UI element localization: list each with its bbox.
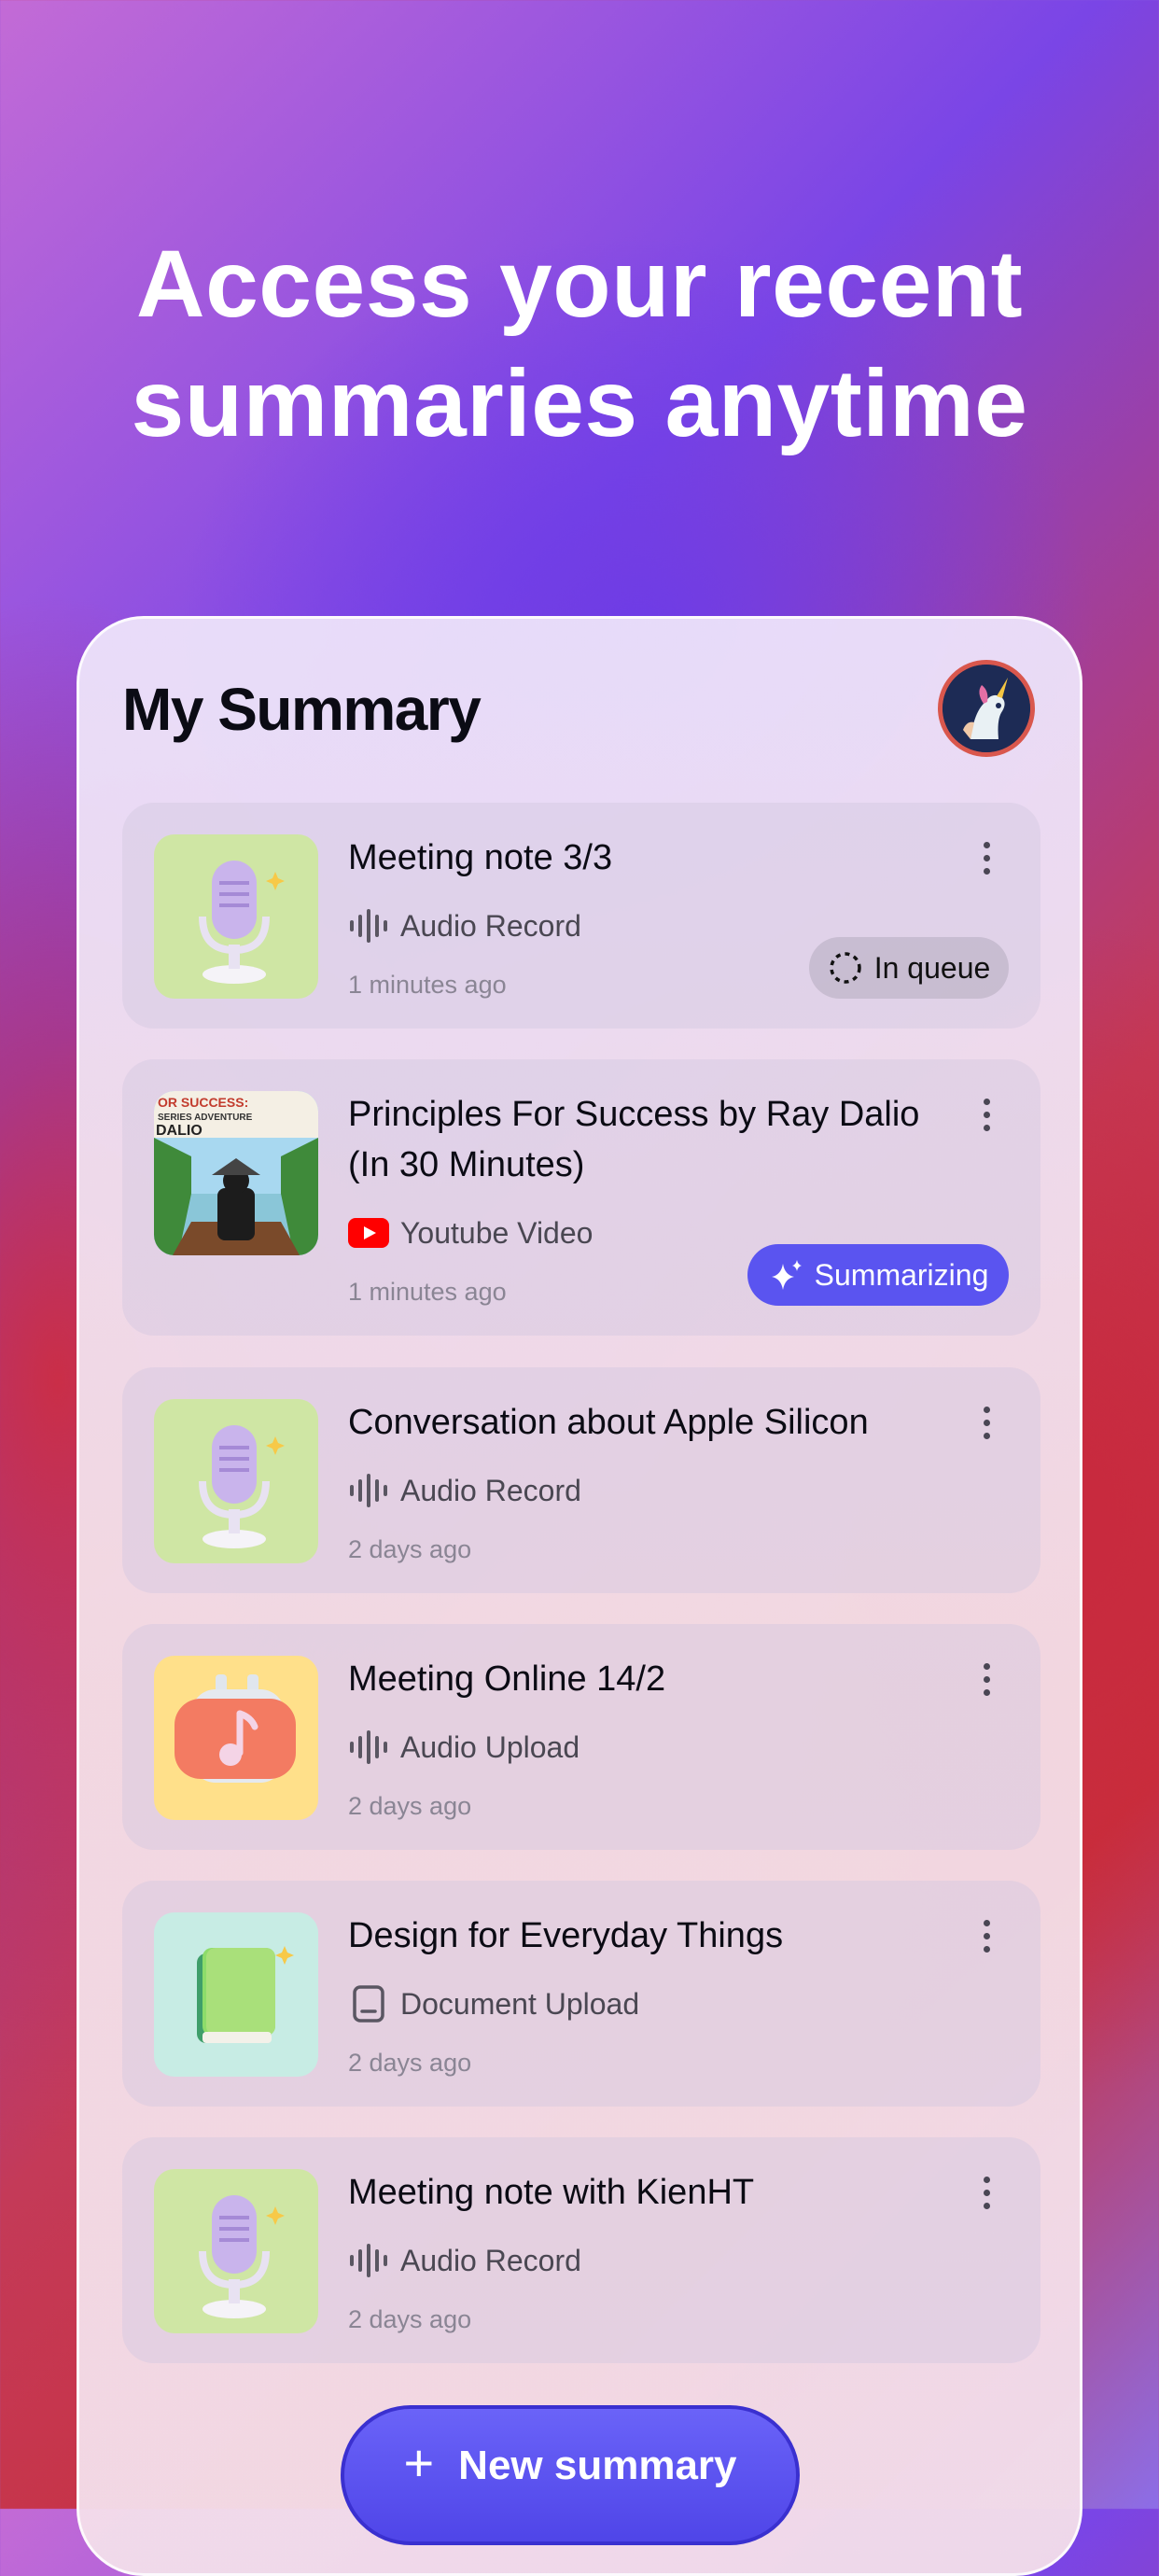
status-badge: Summarizing <box>747 1244 1009 1306</box>
list-item[interactable]: Meeting note with KienHT Audio Record 2 … <box>122 2137 1040 2363</box>
hero-line-2: summaries anytime <box>131 350 1028 456</box>
plus-icon: + <box>403 2433 435 2492</box>
more-options-icon[interactable] <box>977 2177 996 2214</box>
item-title: Meeting note with KienHT <box>348 2173 755 2212</box>
microphone-icon <box>154 1399 318 1563</box>
more-options-icon[interactable] <box>977 1663 996 1701</box>
more-options-icon[interactable] <box>977 1407 996 1444</box>
waveform-icon <box>348 2242 389 2279</box>
status-badge-label: Summarizing <box>814 1257 989 1292</box>
item-title: Design for Everyday Things <box>348 1916 784 1955</box>
list-item[interactable]: Conversation about Apple Silicon Audio R… <box>122 1367 1040 1593</box>
list-item[interactable]: Meeting Online 14/2 Audio Upload 2 days … <box>122 1624 1040 1850</box>
item-source-label: Audio Record <box>400 1473 581 1507</box>
list-item[interactable]: OR SUCCESS: SERIES ADVENTURE DALIO Princ… <box>122 1059 1040 1336</box>
new-summary-button[interactable]: + New summary <box>341 2405 800 2545</box>
thumb-text-3: DALIO <box>156 1123 202 1139</box>
page-title: My Summary <box>122 676 482 743</box>
youtube-icon <box>348 1214 389 1252</box>
sparkle-icon <box>771 1260 802 1290</box>
music-note-icon <box>154 1656 318 1820</box>
summary-card: My Summary Meeting note 3/3 Audio Record… <box>77 616 1082 2576</box>
more-options-icon[interactable] <box>977 842 996 879</box>
status-badge-label: In queue <box>873 950 991 985</box>
item-time: 1 minutes ago <box>348 1278 507 1306</box>
item-source: Youtube Video <box>348 1214 593 1252</box>
waveform-icon <box>348 907 389 945</box>
item-title: Conversation about Apple Silicon <box>348 1403 869 1442</box>
item-title: Meeting Online 14/2 <box>348 1659 666 1699</box>
status-badge: In queue <box>809 937 1009 999</box>
item-source: Audio Record <box>348 1472 581 1509</box>
microphone-icon <box>154 834 318 999</box>
item-source-label: Audio Upload <box>400 1729 580 1764</box>
item-source-label: Youtube Video <box>400 1215 593 1250</box>
book-icon <box>154 1912 318 2077</box>
new-summary-label: New summary <box>458 2443 737 2488</box>
list-item[interactable]: Design for Everyday Things Document Uplo… <box>122 1881 1040 2107</box>
list-item[interactable]: Meeting note 3/3 Audio Record 1 minutes … <box>122 803 1040 1029</box>
document-icon <box>348 1985 389 2023</box>
item-source: Audio Record <box>348 2242 581 2279</box>
item-title: Meeting note 3/3 <box>348 838 613 877</box>
item-time: 2 days ago <box>348 2305 472 2333</box>
item-source: Audio Upload <box>348 1729 580 1766</box>
item-source: Document Upload <box>348 1985 639 2023</box>
loading-icon <box>829 952 861 984</box>
item-time: 1 minutes ago <box>348 971 507 999</box>
more-options-icon[interactable] <box>977 1920 996 1957</box>
item-source: Audio Record <box>348 907 581 945</box>
waveform-icon <box>348 1729 389 1766</box>
hero-line-1: Access your recent <box>135 231 1024 337</box>
thumb-text-1: OR SUCCESS: <box>158 1095 248 1110</box>
waveform-icon <box>348 1472 389 1509</box>
thumb-text-2: SERIES ADVENTURE <box>158 1113 253 1123</box>
more-options-icon[interactable] <box>977 1099 996 1136</box>
item-title: Principles For Success by Ray Dalio (In … <box>348 1095 920 1184</box>
item-source-label: Audio Record <box>400 908 581 943</box>
item-time: 2 days ago <box>348 1792 472 1820</box>
item-source-label: Document Upload <box>400 1986 640 2021</box>
item-time: 2 days ago <box>348 1535 472 1563</box>
unicorn-avatar-icon[interactable] <box>938 660 1035 757</box>
item-source-label: Audio Record <box>400 2243 581 2277</box>
item-time: 2 days ago <box>348 2049 472 2077</box>
microphone-icon <box>154 2169 318 2333</box>
hero-headline: Access your recent summaries anytime <box>0 224 1159 463</box>
video-thumbnail: OR SUCCESS: SERIES ADVENTURE DALIO <box>154 1091 318 1255</box>
